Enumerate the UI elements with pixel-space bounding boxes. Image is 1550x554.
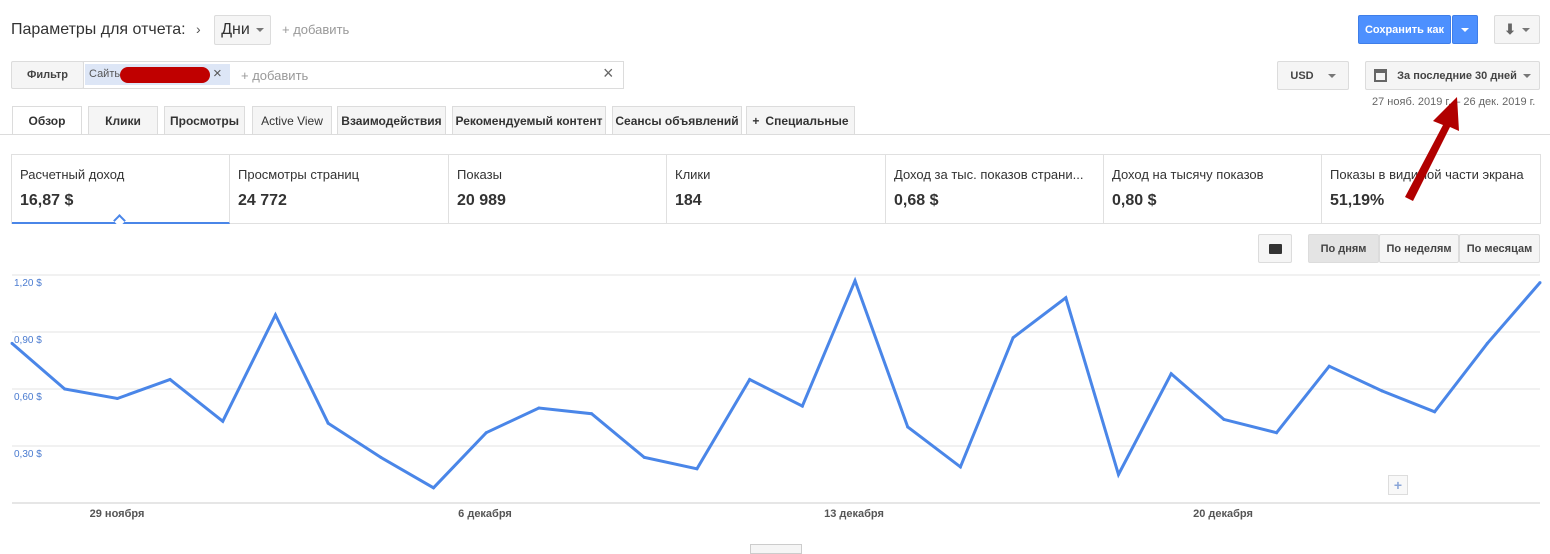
data-point [1380, 389, 1384, 393]
data-point [853, 279, 857, 283]
y-tick-label: 0,60 $ [14, 392, 42, 403]
data-point [115, 397, 119, 400]
data-point [537, 406, 541, 410]
x-tick-label: 20 декабря [1193, 508, 1253, 520]
x-tick-label: 6 декабря [458, 508, 512, 520]
red-arrow-annotation [1405, 97, 1459, 201]
data-point [63, 387, 67, 391]
data-point [1538, 281, 1542, 285]
data-point [221, 419, 225, 423]
data-point [748, 378, 752, 381]
data-point [379, 455, 383, 459]
y-tick-label: 0,90 $ [14, 335, 42, 346]
data-point [1433, 410, 1437, 414]
data-point [1169, 372, 1173, 376]
add-annotation-button[interactable]: + [1388, 475, 1408, 495]
data-point [1011, 336, 1015, 340]
data-point [484, 431, 488, 435]
collapse-chart-button[interactable] [750, 544, 802, 554]
data-point [1485, 341, 1489, 345]
data-point [1222, 417, 1226, 421]
data-point [1275, 431, 1279, 435]
data-point [326, 421, 330, 425]
data-point [1327, 364, 1331, 368]
y-tick-label: 1,20 $ [14, 278, 42, 289]
x-tick-label: 13 декабря [824, 508, 884, 520]
revenue-line-chart [10, 274, 1542, 504]
revenue-series-line [11, 276, 1542, 490]
data-point [642, 455, 646, 459]
data-point [1064, 296, 1068, 300]
data-point [958, 465, 962, 469]
data-point [800, 404, 804, 408]
data-point [590, 412, 594, 416]
data-point [906, 425, 910, 429]
x-tick-label: 29 ноября [89, 508, 145, 520]
data-point [273, 313, 277, 317]
data-point [695, 467, 699, 471]
data-point [168, 378, 172, 381]
data-point [1116, 473, 1120, 476]
y-tick-label: 0,30 $ [14, 449, 42, 460]
data-point [432, 486, 436, 490]
